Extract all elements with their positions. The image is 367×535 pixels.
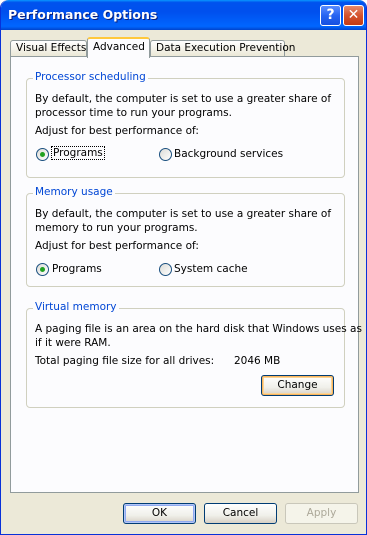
processor-adjust-label: Adjust for best performance of: <box>35 125 199 137</box>
tab-data-execution-prevention[interactable]: Data Execution Prevention <box>150 40 295 57</box>
title-bar[interactable]: Performance Options ? ✕ <box>1 0 366 30</box>
tab-dep-label: Data Execution Prevention <box>156 42 296 54</box>
performance-options-window: Performance Options ? ✕ Visual Effects A… <box>0 0 367 535</box>
memory-system-cache-label[interactable]: System cache <box>174 263 248 275</box>
memory-system-cache-radio[interactable] <box>159 263 172 276</box>
processor-background-services-label[interactable]: Background services <box>174 148 283 160</box>
ok-button[interactable]: OK <box>123 503 196 524</box>
processor-programs-text: Programs <box>51 146 105 160</box>
advanced-tab-panel: Processor scheduling By default, the com… <box>10 56 362 493</box>
processor-programs-radio[interactable] <box>36 148 49 161</box>
memory-usage-legend: Memory usage <box>33 186 115 198</box>
cancel-button[interactable]: Cancel <box>204 503 277 524</box>
memory-programs-radio[interactable] <box>36 263 49 276</box>
virtual-memory-legend: Virtual memory <box>33 301 119 313</box>
close-icon: ✕ <box>347 7 360 23</box>
memory-description-line1: By default, the computer is set to use a… <box>35 208 332 220</box>
help-button[interactable]: ? <box>320 5 341 26</box>
change-button-label: Change <box>277 379 318 391</box>
radio-selected-dot <box>40 152 45 157</box>
processor-background-services-radio[interactable] <box>159 148 172 161</box>
processor-description-line1: By default, the computer is set to use a… <box>35 93 332 105</box>
processor-scheduling-legend: Processor scheduling <box>33 71 148 83</box>
help-icon: ? <box>326 7 335 23</box>
virtual-memory-description-line2: if it were RAM. <box>35 337 111 349</box>
ok-button-label: OK <box>151 507 168 519</box>
memory-programs-label[interactable]: Programs <box>52 263 102 275</box>
close-button[interactable]: ✕ <box>343 5 364 26</box>
memory-description-line2: memory to run your programs. <box>35 222 198 234</box>
processor-description-line2: processor time to run your programs. <box>35 107 232 119</box>
radio-selected-dot <box>40 267 45 272</box>
processor-scheduling-group: Processor scheduling By default, the com… <box>26 71 345 178</box>
window-title: Performance Options <box>8 7 158 22</box>
tab-advanced[interactable]: Advanced <box>87 37 150 58</box>
tab-advanced-label: Advanced <box>93 41 145 53</box>
virtual-memory-description-line1: A paging file is an area on the hard dis… <box>35 323 362 335</box>
tab-visual-effects-label: Visual Effects <box>16 42 87 54</box>
change-button[interactable]: Change <box>261 375 334 396</box>
apply-button[interactable]: Apply <box>285 503 358 524</box>
apply-button-label: Apply <box>306 507 337 519</box>
tab-visual-effects[interactable]: Visual Effects <box>10 40 87 57</box>
memory-usage-group: Memory usage By default, the computer is… <box>26 186 345 287</box>
cancel-button-label: Cancel <box>222 507 259 519</box>
paging-file-total-value: 2046 MB <box>234 355 281 367</box>
paging-file-total-label: Total paging file size for all drives: <box>35 355 215 367</box>
virtual-memory-group: Virtual memory A paging file is an area … <box>26 301 362 408</box>
processor-programs-label[interactable]: Programs <box>51 146 105 160</box>
memory-adjust-label: Adjust for best performance of: <box>35 240 199 252</box>
